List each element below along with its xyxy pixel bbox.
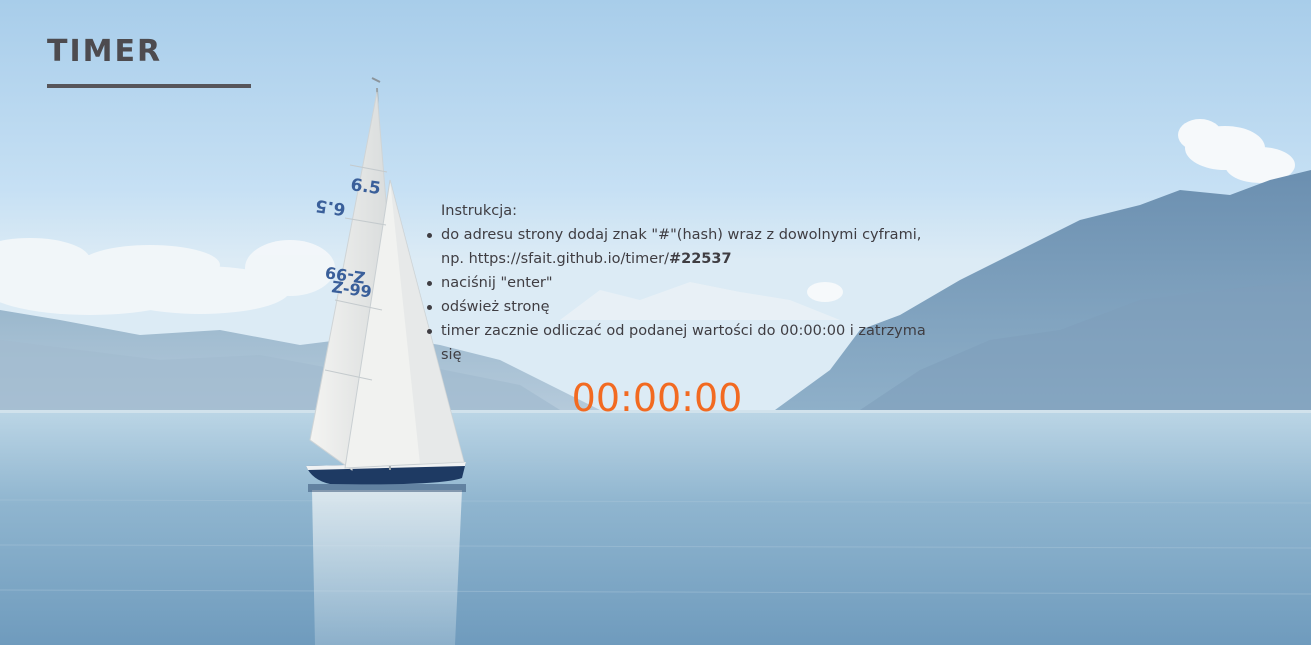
- timer-display: 00:00:00: [571, 376, 743, 420]
- instructions-heading: Instrukcja:: [441, 203, 518, 219]
- instructions-list: do adresu strony dodaj znak "#"(hash) wr…: [424, 223, 944, 367]
- instruction-item: odśwież stronę: [424, 295, 944, 319]
- bullet-icon: [427, 329, 432, 334]
- instruction-example-hash: #22537: [668, 251, 732, 267]
- title-underline: [47, 84, 251, 88]
- instructions-panel: Instrukcja: do adresu strony dodaj znak …: [424, 199, 944, 367]
- bullet-icon: [427, 281, 432, 286]
- instruction-text: timer zacznie odliczać od podanej wartoś…: [441, 323, 926, 363]
- instruction-text: do adresu strony dodaj znak "#"(hash) wr…: [441, 227, 922, 243]
- instruction-text: odśwież stronę: [441, 299, 550, 315]
- instruction-text: naciśnij "enter": [441, 275, 553, 291]
- bullet-icon: [427, 305, 432, 310]
- instruction-item: do adresu strony dodaj znak "#"(hash) wr…: [424, 223, 944, 271]
- app-title: TIMER: [47, 34, 163, 69]
- instruction-example-prefix: np. https://sfait.github.io/timer/: [441, 251, 669, 267]
- instruction-item: naciśnij "enter": [424, 271, 944, 295]
- sail-number-upper-a: 6.5: [349, 175, 382, 199]
- bullet-icon: [427, 233, 432, 238]
- sail-number-upper-b: 6.5: [314, 195, 347, 219]
- instruction-item: timer zacznie odliczać od podanej wartoś…: [424, 319, 944, 367]
